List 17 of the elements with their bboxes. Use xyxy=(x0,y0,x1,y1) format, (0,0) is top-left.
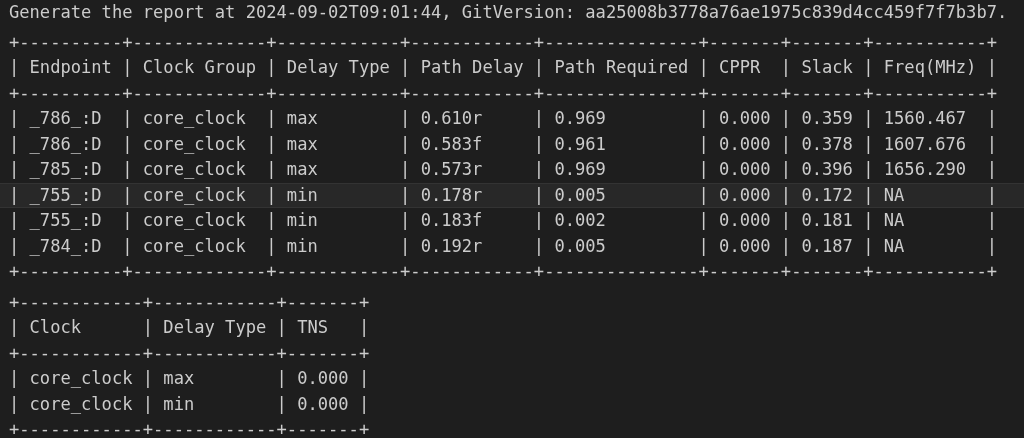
terminal-line: | core_clock | max | 0.000 | xyxy=(9,368,370,388)
terminal-line: | _755_:D | core_clock | min | 0.178r | 0.005 | 0.000 | 0.172 | NA | xyxy=(9,184,997,205)
terminal-line: | core_clock | min | 0.000 | xyxy=(9,393,370,414)
terminal-line: +----------+-------------+------------+------------+---------------+-------+-------+-----------+ xyxy=(9,31,997,52)
terminal-line: | Endpoint | Clock Group | Delay Type | Path Delay | Path Required | CPPR | Slack | Freq(MHz) | xyxy=(9,57,997,77)
terminal-line: | _786_:D | core_clock | max | 0.583f | 0.961 | 0.000 | 0.378 | 1607.676 | xyxy=(9,133,997,154)
terminal-line: | _755_:D | core_clock | min | 0.183f | 0.002 | 0.000 | 0.181 | NA | xyxy=(9,210,997,230)
terminal-line: | _785_:D | core_clock | max | 0.573r | 0.969 | 0.000 | 0.396 | 1656.290 | xyxy=(9,159,997,179)
terminal-line: +----------+-------------+------------+------------+---------------+-------+-------+-----------+ xyxy=(9,82,997,103)
terminal-line: | _784_:D | core_clock | min | 0.192r | 0.005 | 0.000 | 0.187 | NA | xyxy=(9,235,997,256)
terminal-line: | Clock | Delay Type | TNS | xyxy=(9,317,370,337)
report-header-line: Generate the report at 2024-09-02T09:01:44, GitVersion: aa25008b3778a76ae1975c839d4cc459f7f7b3b7. xyxy=(9,1,1008,24)
terminal-line: +----------+-------------+------------+------------+---------------+-------+-------+-----------+ xyxy=(9,261,997,281)
terminal-line: +------------+------------+-------+ xyxy=(9,342,370,363)
terminal-line: +------------+------------+-------+ xyxy=(9,291,370,312)
terminal-line: | _786_:D | core_clock | max | 0.610r | 0.969 | 0.000 | 0.359 | 1560.467 | xyxy=(9,108,997,128)
terminal-line: +------------+------------+-------+ xyxy=(9,419,370,438)
